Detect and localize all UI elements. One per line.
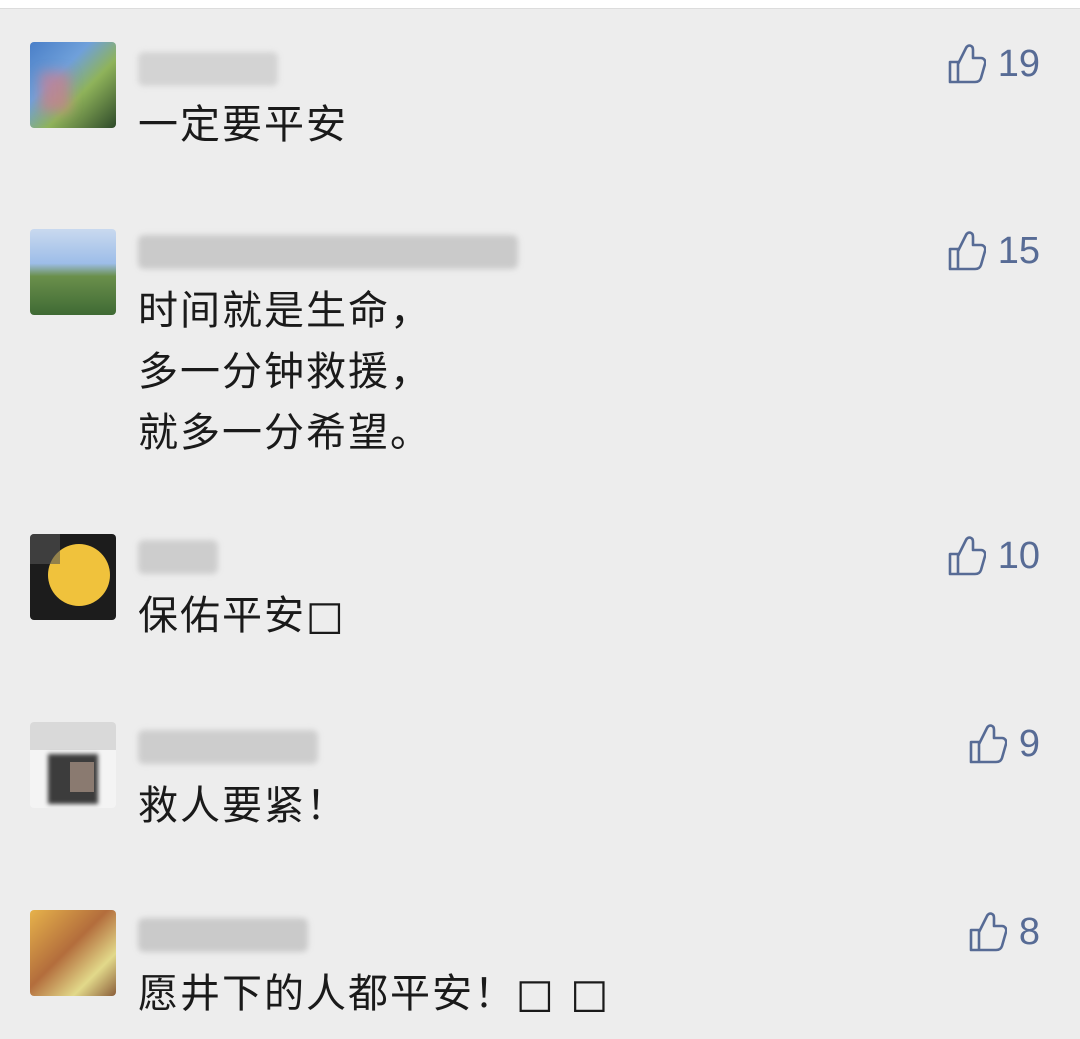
like-count: 15	[997, 229, 1040, 272]
comment-text: 时间就是生命， 多一分钟救援， 就多一分希望。	[138, 288, 432, 456]
avatar[interactable]	[30, 42, 116, 128]
like-count: 19	[997, 42, 1040, 85]
avatar[interactable]	[30, 722, 116, 808]
nickname-blurred	[138, 918, 308, 952]
comment-text: 一定要平安	[138, 102, 348, 148]
like-button[interactable]: 19	[946, 42, 1040, 86]
like-count: 8	[1018, 910, 1040, 953]
thumbs-up-icon	[948, 231, 986, 271]
like-button[interactable]: 8	[967, 910, 1040, 954]
avatar[interactable]	[30, 229, 116, 315]
nickname-blurred	[138, 540, 218, 574]
comment-text: 愿井下的人都平安！□ □	[138, 971, 611, 1017]
like-button[interactable]: 10	[946, 534, 1040, 578]
avatar[interactable]	[30, 534, 116, 620]
like-button[interactable]: 15	[946, 229, 1040, 273]
nickname-blurred	[138, 235, 518, 269]
nickname-blurred	[138, 730, 318, 764]
like-count: 9	[1018, 722, 1040, 765]
avatar[interactable]	[30, 910, 116, 996]
thumbs-up-icon	[948, 536, 986, 576]
thumbs-up-icon	[948, 44, 986, 84]
thumbs-up-icon	[969, 724, 1007, 764]
like-count: 10	[997, 534, 1040, 577]
nickname-blurred	[138, 52, 278, 86]
comment-text: 保佑平安□	[138, 593, 346, 639]
top-divider	[0, 0, 1080, 9]
thumbs-up-icon	[969, 912, 1007, 952]
comment-text: 救人要紧！	[138, 783, 348, 829]
like-button[interactable]: 9	[967, 722, 1040, 766]
